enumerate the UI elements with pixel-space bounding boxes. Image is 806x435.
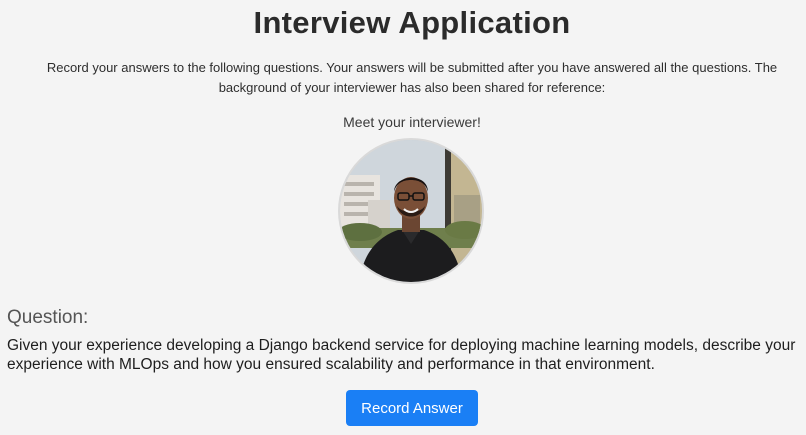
interviewer-photo-icon [340, 140, 482, 282]
record-answer-button[interactable]: Record Answer [346, 390, 478, 426]
question-text: Given your experience developing a Djang… [7, 337, 796, 373]
interviewer-avatar [338, 138, 484, 284]
question-label: Question: [7, 307, 89, 328]
interviewer-caption: Meet your interviewer! [343, 114, 481, 130]
instructions-text: Record your answers to the following que… [46, 60, 778, 95]
interview-page: Interview Application Record your answer… [0, 0, 806, 435]
page-title: Interview Application [253, 5, 571, 40]
